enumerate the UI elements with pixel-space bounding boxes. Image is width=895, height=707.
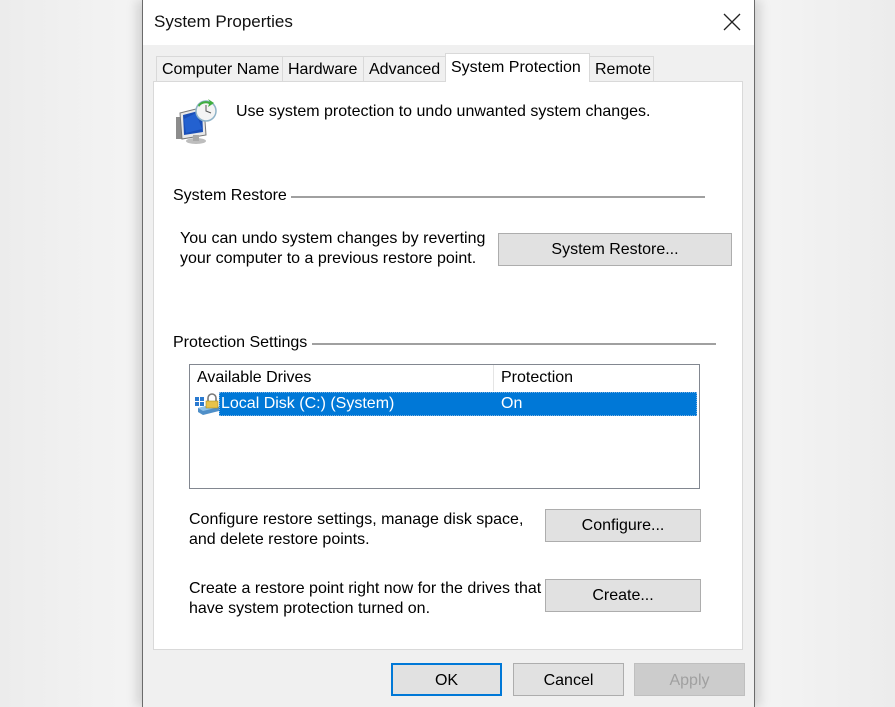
create-description-line1: Create a restore point right now for the…: [189, 580, 542, 597]
configure-description-line1: Configure restore settings, manage disk …: [189, 511, 524, 528]
create-description-line2: have system protection turned on.: [189, 600, 431, 617]
system-properties-window: System Properties Computer Name Hardware…: [142, 0, 755, 707]
drive-name: Local Disk (C:) (System): [221, 395, 395, 412]
apply-button[interactable]: Apply: [634, 663, 745, 696]
system-restore-group-label: System Restore: [173, 187, 291, 205]
ok-button[interactable]: OK: [391, 663, 502, 696]
title-bar[interactable]: System Properties: [143, 0, 754, 45]
cancel-button[interactable]: Cancel: [513, 663, 624, 696]
column-header-available-drives[interactable]: Available Drives: [190, 365, 494, 391]
list-header: Available Drives Protection: [190, 365, 699, 391]
system-restore-description-line2: your computer to a previous restore poin…: [180, 250, 477, 267]
configure-button[interactable]: Configure...: [545, 509, 701, 542]
tab-remote[interactable]: Remote: [589, 56, 654, 81]
available-drives-list[interactable]: Available Drives Protection Local Disk (…: [189, 364, 700, 489]
system-protection-panel: Use system protection to undo unwanted s…: [153, 81, 743, 650]
system-restore-divider: [284, 196, 705, 198]
column-header-protection[interactable]: Protection: [494, 365, 699, 391]
close-icon: [723, 13, 741, 31]
drive-protected-icon: [195, 393, 219, 415]
close-button[interactable]: [706, 0, 754, 45]
intro-text: Use system protection to undo unwanted s…: [236, 103, 651, 120]
protection-settings-divider: [312, 343, 716, 345]
tab-advanced[interactable]: Advanced: [363, 56, 446, 81]
system-restore-button[interactable]: System Restore...: [498, 233, 732, 266]
tab-hardware[interactable]: Hardware: [282, 56, 364, 81]
drive-protection-status: On: [501, 395, 523, 412]
tab-system-protection[interactable]: System Protection: [445, 53, 590, 82]
system-protection-icon: [176, 99, 217, 144]
list-item-drive[interactable]: Local Disk (C:) (System) On: [219, 392, 697, 416]
protection-settings-group-label: Protection Settings: [173, 334, 312, 352]
system-restore-description-line1: You can undo system changes by reverting: [180, 230, 486, 247]
configure-description: Configure restore settings, manage disk …: [189, 510, 523, 550]
system-restore-description: You can undo system changes by reverting…: [180, 229, 485, 269]
tab-computer-name[interactable]: Computer Name: [156, 56, 283, 81]
create-button[interactable]: Create...: [545, 579, 701, 612]
create-description: Create a restore point right now for the…: [189, 579, 541, 619]
configure-description-line2: and delete restore points.: [189, 531, 370, 548]
window-title: System Properties: [154, 12, 293, 31]
